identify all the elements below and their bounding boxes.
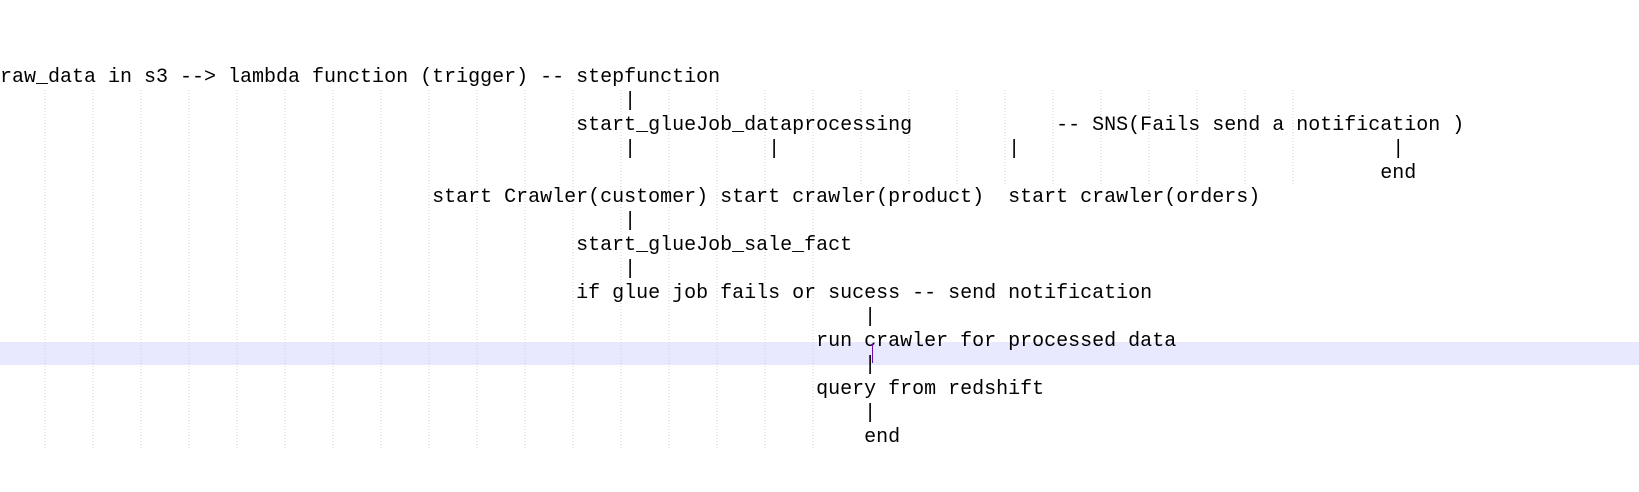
- text-line[interactable]: |: [0, 210, 636, 234]
- text-line[interactable]: start_glueJob_dataprocessing -- SNS(Fail…: [0, 114, 1464, 138]
- text-editor[interactable]: raw_data in s3 --> lambda function (trig…: [0, 0, 1639, 492]
- text-line[interactable]: |: [0, 402, 876, 426]
- text-line[interactable]: end: [0, 426, 900, 450]
- text-line[interactable]: | | | |: [0, 138, 1404, 162]
- text-line[interactable]: end: [0, 162, 1416, 186]
- text-line[interactable]: if glue job fails or sucess -- send noti…: [0, 282, 1152, 306]
- text-line[interactable]: |: [0, 306, 876, 330]
- text-caret: [872, 344, 873, 363]
- text-line[interactable]: |: [0, 90, 636, 114]
- text-line[interactable]: start_glueJob_sale_fact: [0, 234, 852, 258]
- text-line[interactable]: |: [0, 354, 876, 378]
- text-line[interactable]: run crawler for processed data: [0, 330, 1176, 354]
- text-line[interactable]: query from redshift: [0, 378, 1044, 402]
- text-line[interactable]: raw_data in s3 --> lambda function (trig…: [0, 66, 720, 90]
- text-line[interactable]: |: [0, 258, 636, 282]
- text-line[interactable]: start Crawler(customer) start crawler(pr…: [0, 186, 1260, 210]
